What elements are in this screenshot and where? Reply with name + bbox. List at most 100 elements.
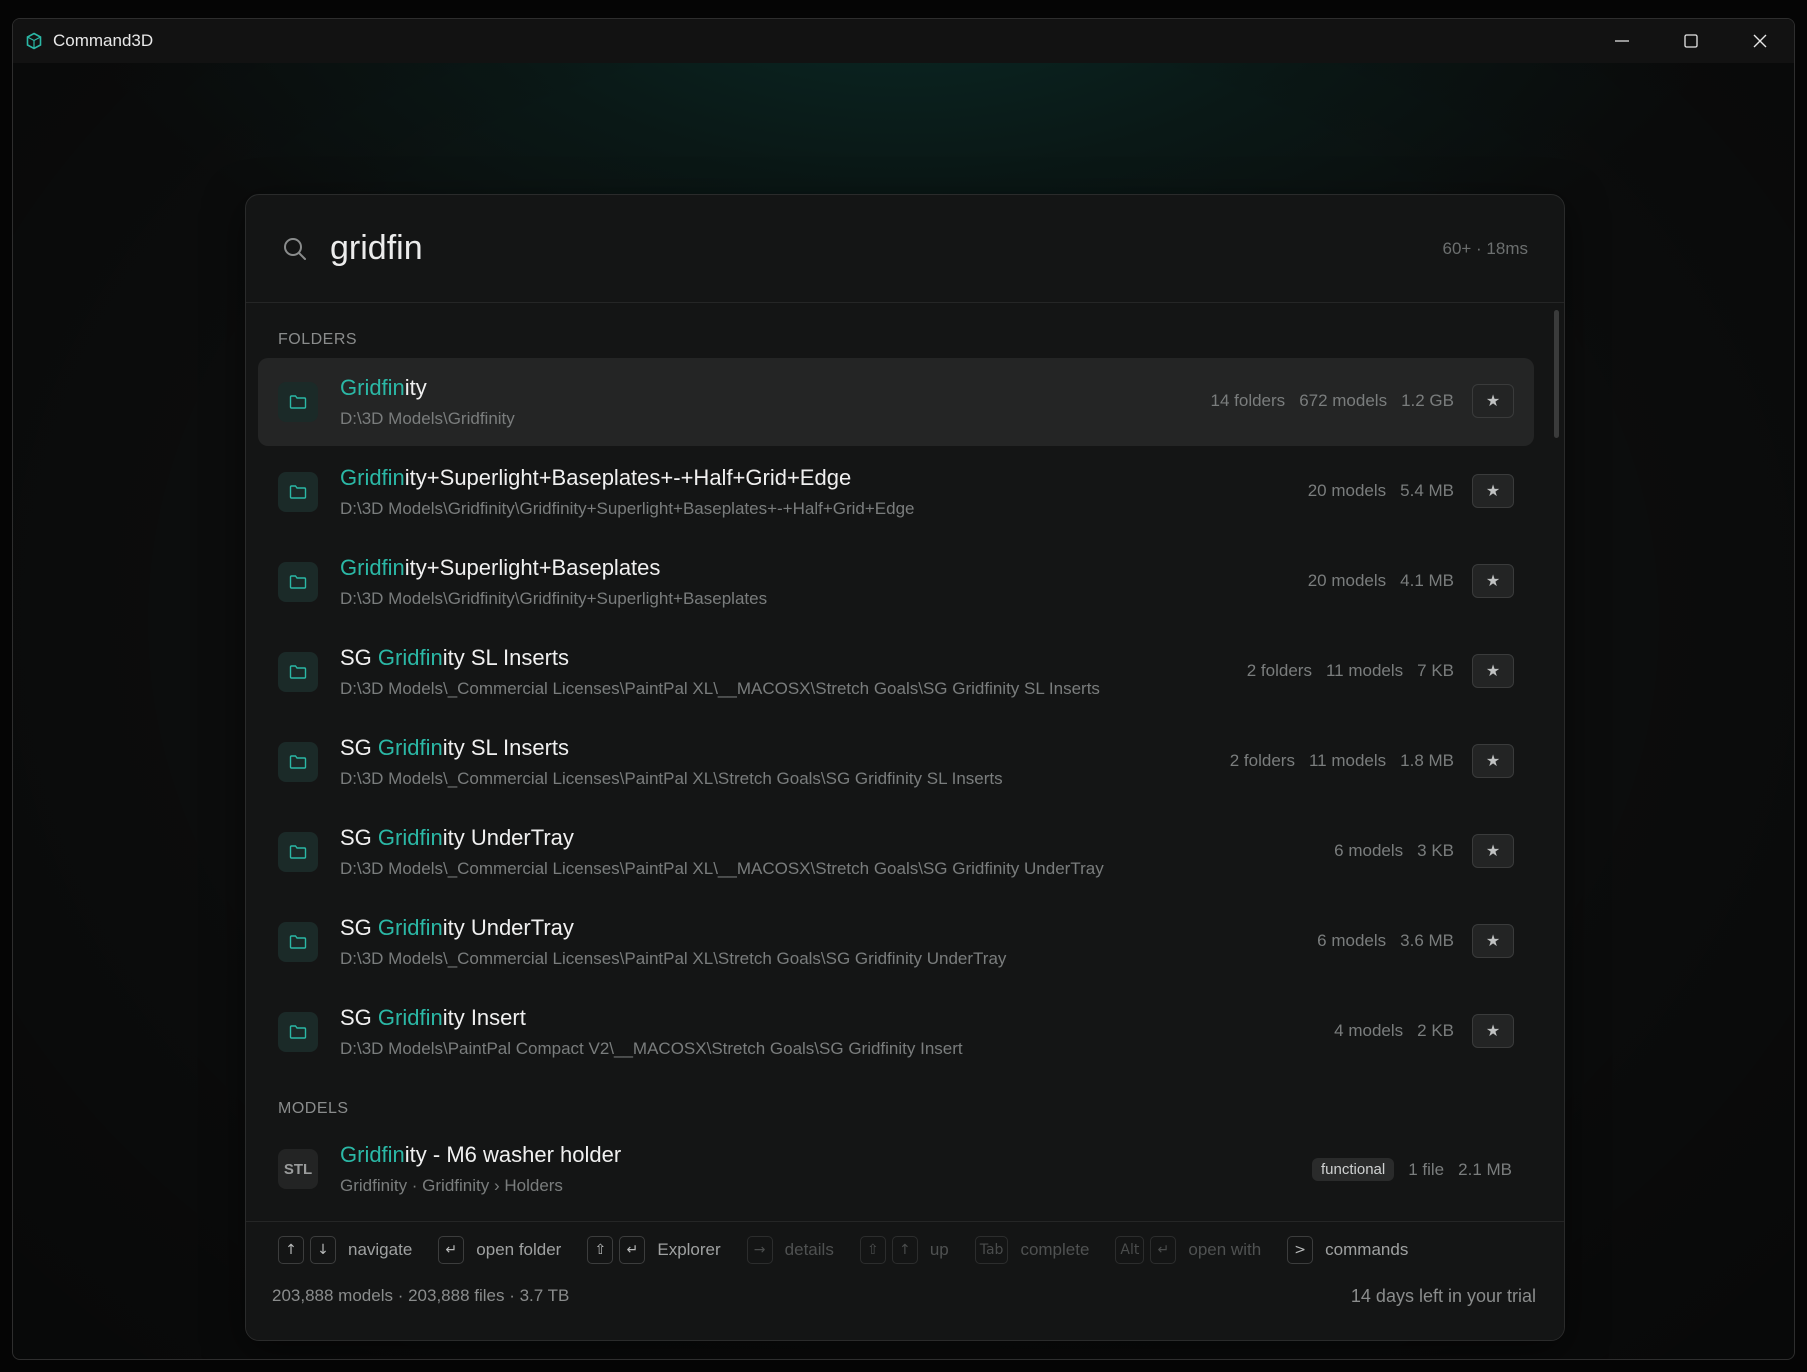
folder-path: D:\3D Models\Gridfinity [340,409,515,428]
keyboard-hints: ↑ ↓ navigate ↵ open folder ⇧ ↵ Explorer … [278,1236,1434,1264]
folder-title: Gridfinity [340,375,427,401]
folder-title: SG Gridfinity UnderTray [340,825,574,851]
size: 2 KB [1417,1021,1454,1040]
key-enter: ↵ [619,1236,646,1264]
model-count: 672 models [1299,391,1388,410]
model-count: 6 models [1334,841,1404,860]
folder-stats: 20 models 5.4 MB [1308,481,1454,501]
folder-row[interactable]: SG Gridfinity UnderTray D:\3D Models\_Co… [258,898,1534,986]
folder-row[interactable]: SG Gridfinity SL Inserts D:\3D Models\_C… [258,628,1534,716]
folder-row[interactable]: SG Gridfinity UnderTray D:\3D Models\_Co… [258,808,1534,896]
folder-count: 14 folders [1210,391,1286,410]
close-button[interactable] [1725,19,1794,63]
hint-up: ⇧ ↑ up [859,1236,949,1264]
folder-path: D:\3D Models\_Commercial Licenses\PaintP… [340,769,1003,788]
match-highlight: Gridfin [377,645,443,670]
maximize-button[interactable] [1656,19,1725,63]
match-highlight: Gridfin [340,375,405,400]
folder-path: D:\3D Models\_Commercial Licenses\PaintP… [340,679,1100,698]
search-result-meta: 60+ · 18ms [1442,238,1528,258]
folder-icon [278,472,318,512]
folder-title: Gridfinity+Superlight+Baseplates+-+Half+… [340,465,851,491]
favorite-button[interactable]: ★ [1472,564,1514,598]
favorite-button[interactable]: ★ [1472,1014,1514,1048]
model-count: 20 models [1307,481,1387,500]
model-stats: functional 1 file 2.1 MB [1312,1158,1512,1181]
size: 3 KB [1417,841,1454,860]
folder-icon [278,922,318,962]
title-prefix: SG [340,645,378,670]
match-highlight: Gridfin [340,1142,405,1167]
folder-path: D:\3D Models\_Commercial Licenses\PaintP… [340,859,1104,878]
title-prefix: SG [340,915,378,940]
favorite-button[interactable]: ★ [1472,474,1514,508]
key-tab: Tab [974,1236,1009,1264]
favorite-button[interactable]: ★ [1472,834,1514,868]
model-count: 11 models [1308,751,1387,770]
match-highlight: Gridfin [377,735,443,760]
folder-stats: 4 models 2 KB [1334,1021,1454,1041]
file-count: 1 file [1408,1159,1445,1179]
folder-row[interactable]: Gridfinity+Superlight+Baseplates D:\3D M… [258,538,1534,626]
model-count: 4 models [1334,1021,1404,1040]
folder-icon [278,562,318,602]
folder-stats: 20 models 4.1 MB [1308,571,1454,591]
key-enter: ↵ [438,1236,465,1264]
folder-row[interactable]: SG Gridfinity SL Inserts D:\3D Models\_C… [258,718,1534,806]
window-title: Command3D [53,31,154,50]
model-path: Gridfinity · Gridfinity › Holders [340,1176,563,1195]
folder-row[interactable]: SG Gridfinity Insert D:\3D Models\PaintP… [258,988,1534,1076]
folder-icon [278,382,318,422]
title-rest: ity UnderTray [442,915,574,940]
favorite-button[interactable]: ★ [1472,744,1514,778]
folder-row[interactable]: Gridfinity+Superlight+Baseplates+-+Half+… [258,448,1534,536]
hint-label: complete [1020,1240,1090,1259]
title-rest: ity SL Inserts [442,735,570,760]
model-row[interactable]: STL Gridfinity - M6 washer holder Gridfi… [258,1125,1534,1213]
model-count: 20 models [1307,571,1387,590]
search-input[interactable] [328,228,1232,269]
favorite-button[interactable]: ★ [1472,924,1514,958]
folder-count: 2 folders [1246,661,1312,680]
hint-open-with: Alt ↵ open with [1115,1236,1261,1264]
hint-open-folder: ↵ open folder [438,1236,561,1264]
key-up: ↑ [278,1236,304,1264]
trial-status[interactable]: 14 days left in your trial [1351,1286,1536,1307]
title-bar[interactable]: Command3D [13,19,1794,63]
folder-stats: 6 models 3 KB [1334,841,1454,861]
size: 1.8 MB [1400,751,1454,770]
folder-icon [278,742,318,782]
size: 7 KB [1417,661,1454,680]
title-rest: ity [404,375,427,400]
folder-row[interactable]: Gridfinity D:\3D Models\Gridfinity 14 fo… [258,358,1534,446]
match-highlight: Gridfin [377,915,443,940]
minimize-icon [1614,40,1629,42]
folder-stats: 6 models 3.6 MB [1317,931,1454,951]
section-label-models: MODELS [278,1100,349,1117]
title-rest: ity+Superlight+Baseplates+-+Half+Grid+Ed… [404,465,852,490]
title-rest: ity SL Inserts [442,645,570,670]
folder-title: Gridfinity+Superlight+Baseplates [340,555,660,581]
match-highlight: Gridfin [377,1005,443,1030]
hint-navigate: ↑ ↓ navigate [278,1236,412,1264]
results-scrollbar[interactable] [1554,310,1559,438]
results-list[interactable]: FOLDERS Gridfinity D:\3D Models\Gridfini… [246,303,1564,1222]
folder-title: SG Gridfinity SL Inserts [340,735,569,761]
key-greater-than: > [1287,1236,1314,1264]
model-count: 6 models [1317,931,1387,950]
app-window: Command3D 60+ · 18ms FOLDERS [12,18,1795,1360]
model-count: 11 models [1325,661,1404,680]
hint-explorer: ⇧ ↵ Explorer [587,1236,721,1264]
folder-stats: 2 folders 11 models 1.8 MB [1230,751,1454,771]
favorite-button[interactable]: ★ [1472,654,1514,688]
maximize-icon [1683,34,1698,48]
folder-path: D:\3D Models\Gridfinity\Gridfinity+Super… [340,499,915,518]
minimize-button[interactable] [1587,19,1656,63]
key-alt: Alt [1115,1236,1145,1264]
hint-label: up [929,1240,949,1259]
favorite-button[interactable]: ★ [1472,384,1514,418]
tag-badge[interactable]: functional [1312,1158,1395,1181]
key-up: ↑ [891,1236,918,1264]
footer: ↑ ↓ navigate ↵ open folder ⇧ ↵ Explorer … [246,1221,1564,1340]
key-enter: ↵ [1150,1236,1177,1264]
